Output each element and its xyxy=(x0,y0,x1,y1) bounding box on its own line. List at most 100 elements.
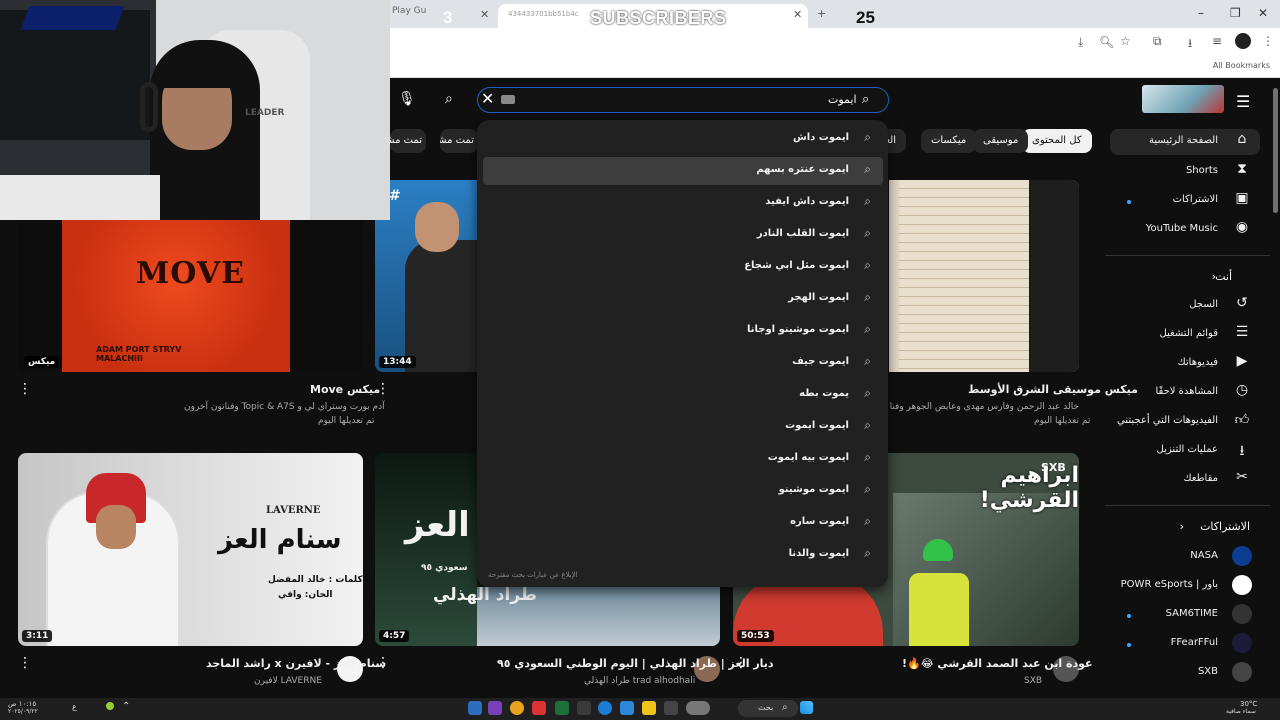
media-icon[interactable]: ≡ xyxy=(1212,34,1222,48)
app-icon[interactable] xyxy=(532,701,546,715)
chevron-up-icon[interactable]: ⌃ xyxy=(122,701,130,712)
video-thumbnail[interactable] xyxy=(889,180,1079,372)
browser-tab[interactable]: Play Gu xyxy=(392,6,492,24)
all-bookmarks[interactable]: All Bookmarks xyxy=(1213,61,1270,70)
search-suggestion[interactable]: ⌕ ايموت القلب النادر xyxy=(483,221,883,249)
status-icon[interactable] xyxy=(106,702,114,710)
folder-icon[interactable] xyxy=(642,701,656,715)
search-suggestion[interactable]: ⌕ ايموت موشينو اوجانا xyxy=(483,317,883,345)
close-tab-icon[interactable]: ✕ xyxy=(480,8,489,21)
install-icon[interactable]: ⤓ xyxy=(1078,35,1083,50)
close-tab-icon[interactable]: ✕ xyxy=(793,8,802,21)
video-channel[interactable]: trad alhodhali طراد الهذلي xyxy=(584,676,695,686)
search-query[interactable]: ايموت xyxy=(828,93,857,106)
scrollbar-thumb[interactable] xyxy=(1273,88,1278,213)
chip-all[interactable]: كل المحتوى xyxy=(1022,129,1092,153)
video-thumbnail[interactable]: # 13:44 xyxy=(375,180,477,372)
address-bar[interactable] xyxy=(390,28,1280,56)
video-channel[interactable]: آدم بورت وستراي لي و Topic & A7S وفنانون… xyxy=(184,402,385,412)
sidebar-item-playlists[interactable]: ☰ قوائم التشغيل xyxy=(1110,322,1260,348)
edge-icon[interactable] xyxy=(598,701,612,715)
video-title[interactable]: ميكس موسيقى الشرق الأوسط xyxy=(968,383,1138,396)
chip-watched[interactable]: تمت مشا xyxy=(390,129,426,153)
video-channel[interactable]: LAVERNE لافيرن xyxy=(254,676,322,686)
weather-temp[interactable]: 30°C xyxy=(1240,700,1257,708)
sidebar-item-downloads[interactable]: ⭳ عمليات التنزيل xyxy=(1110,438,1260,464)
maximize-icon[interactable]: ❐ xyxy=(1230,6,1241,20)
app-icon[interactable] xyxy=(664,701,678,715)
clock-date[interactable]: ٢٠٢٥/٠٩/٢٢ xyxy=(8,708,38,715)
widgets-icon[interactable] xyxy=(686,701,710,715)
search-suggestion[interactable]: ⌕ ايموت عنتره بسهم xyxy=(483,157,883,185)
more-options-icon[interactable]: ⋮ xyxy=(734,655,748,671)
more-options-icon[interactable]: ⋮ xyxy=(18,381,32,397)
profile-avatar[interactable] xyxy=(1235,33,1251,49)
keyboard-icon[interactable] xyxy=(501,95,515,104)
language-indicator[interactable]: ع xyxy=(72,702,77,711)
search-suggestion[interactable]: ⌕ ايموت جيف xyxy=(483,349,883,377)
search-suggestion[interactable]: ⌕ ايموت داش xyxy=(483,125,883,153)
search-suggestion[interactable]: ⌕ ايموت والدنا xyxy=(483,541,883,569)
more-options-icon[interactable]: ⋮ xyxy=(18,655,32,671)
extensions-icon[interactable]: ⧉ xyxy=(1153,34,1162,49)
app-icon[interactable] xyxy=(488,701,502,715)
minimize-icon[interactable]: – xyxy=(1198,6,1204,20)
search-suggestion[interactable]: ⌕ ايموت بيه ايموت xyxy=(483,445,883,473)
report-suggestions-link[interactable]: الإبلاغ عن عبارات بحث مقترحة xyxy=(488,571,578,579)
sidebar-item-music[interactable]: ◉ YouTube Music xyxy=(1110,217,1260,243)
sidebar-channel-powr[interactable]: باور | POWR eSports xyxy=(1110,573,1260,599)
sidebar-item-your-videos[interactable]: ▶ فيديوهاتك xyxy=(1110,351,1260,377)
sidebar-channel-sxb[interactable]: SXB xyxy=(1110,660,1260,686)
windows-start-icon[interactable] xyxy=(800,701,813,714)
app-icon[interactable] xyxy=(577,701,591,715)
video-thumbnail[interactable]: LAVERNE سنام العز كلمات : خالد المفضل ال… xyxy=(18,453,363,646)
weather-desc[interactable]: سماء صافية xyxy=(1226,708,1256,715)
chip-recent[interactable]: تمت مشاهدتها مؤخرًا xyxy=(440,129,478,153)
chip-music[interactable]: موسيقى xyxy=(973,129,1029,153)
video-title[interactable]: ديار العز | طراد الهذلي | اليوم الوطني ا… xyxy=(497,657,774,670)
bookmark-star-icon[interactable]: ☆ xyxy=(1120,34,1131,48)
search-suggestion[interactable]: ⌕ ايموت مثل ابي شجاع xyxy=(483,253,883,281)
video-thumbnail[interactable]: MOVE ADAM PORT STRYV MALACHIII ميكس xyxy=(18,220,363,372)
search-suggestion[interactable]: ⌕ ايموت الهجر xyxy=(483,285,883,313)
sidebar-item-history[interactable]: ↺ السجل xyxy=(1110,293,1260,319)
search-suggestion[interactable]: ⌕ ايموت ساره xyxy=(483,509,883,537)
microphone-icon[interactable]: 🎙︎ xyxy=(398,91,416,107)
download-icon[interactable]: ⭳ xyxy=(1188,34,1192,55)
sidebar-channel-nasa[interactable]: NASA xyxy=(1110,544,1260,570)
clear-search-icon[interactable]: ✕ xyxy=(481,89,494,108)
video-channel[interactable]: خالد عبد الرحمن وفارس مهدي وعايض الجوهر … xyxy=(889,402,1079,412)
video-title[interactable]: سنام العز - لافيرن x راشد الماجد xyxy=(206,657,386,670)
clock-time[interactable]: ١٠:١٥ ص xyxy=(8,700,36,708)
taskbar-search[interactable]: بحث ⌕ xyxy=(738,700,798,717)
more-options-icon[interactable]: ⋮ xyxy=(376,655,390,671)
close-window-icon[interactable]: ✕ xyxy=(1258,6,1268,20)
chip-mixes[interactable]: ميكسات xyxy=(921,129,977,153)
chrome-icon[interactable] xyxy=(510,701,524,715)
search-button-icon[interactable]: ⌕ xyxy=(445,91,453,107)
zoom-icon[interactable]: 🔍︎ xyxy=(1099,35,1114,49)
menu-dots-icon[interactable]: ⋮ xyxy=(1262,34,1274,48)
search-suggestion[interactable]: ⌕ ايموت داش ايفيد xyxy=(483,189,883,217)
video-title[interactable]: ميكس Move xyxy=(310,383,380,396)
video-title[interactable]: عودة ابن عبد الصمد القرشي 😂🔥! xyxy=(902,657,1093,670)
sidebar-item-clips[interactable]: ✂ مقاطعك xyxy=(1110,467,1260,493)
home-icon: ⌂ xyxy=(1237,131,1247,147)
search-suggestion[interactable]: ⌕ ايموت ايموت xyxy=(483,413,883,441)
sidebar-item-subscriptions[interactable]: ▣ الاشتراكات xyxy=(1110,188,1260,214)
sidebar-channel-sam6time[interactable]: SAM6TIME xyxy=(1110,602,1260,628)
search-suggestion[interactable]: ⌕ ايموت موشينو xyxy=(483,477,883,505)
app-icon[interactable] xyxy=(468,701,482,715)
excel-icon[interactable] xyxy=(555,701,569,715)
store-icon[interactable] xyxy=(620,701,634,715)
sidebar-item-home[interactable]: ⌂ الصفحة الرئيسية xyxy=(1110,129,1260,155)
channel-logo[interactable] xyxy=(1142,85,1224,113)
search-suggestion[interactable]: ⌕ يموت بطه xyxy=(483,381,883,409)
sidebar-item-liked[interactable]: 👍︎ الفيديوهات التي أعجبتني xyxy=(1110,409,1260,435)
sidebar-channel-ffearfful[interactable]: FFearFFul xyxy=(1110,631,1260,657)
sidebar-item-shorts[interactable]: ⧗ Shorts xyxy=(1110,159,1260,185)
new-tab-icon[interactable]: + xyxy=(817,7,826,20)
hamburger-menu-icon[interactable]: ☰ xyxy=(1236,92,1250,111)
more-options-icon[interactable]: ⋮ xyxy=(376,381,390,397)
video-channel[interactable]: SXB xyxy=(1024,676,1042,686)
